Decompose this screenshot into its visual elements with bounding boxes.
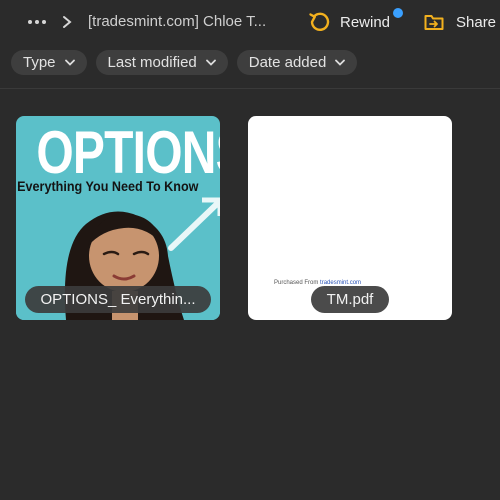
- share-folder-icon: [424, 15, 444, 30]
- filter-label: Type: [23, 54, 56, 71]
- cover-subtitle: Everything You Need To Know: [17, 178, 199, 194]
- chevron-down-icon: [205, 59, 216, 66]
- chevron-right-icon: [63, 16, 72, 28]
- toolbar-divider: [0, 88, 500, 89]
- chevron-down-icon: [64, 59, 75, 66]
- pdf-preview-text: Purchased From: [274, 280, 321, 286]
- filter-label: Last modified: [107, 54, 197, 71]
- filter-date-added[interactable]: Date added: [236, 50, 358, 75]
- filter-last-modified[interactable]: Last modified: [95, 50, 228, 75]
- share-label: Share f: [456, 13, 500, 31]
- filter-type[interactable]: Type: [11, 50, 87, 75]
- rewind-button[interactable]: Rewind: [308, 11, 390, 33]
- cover-title: OPTIONS: [36, 119, 220, 186]
- top-toolbar: [tradesmint.com] Chloe T... Rewind Share…: [0, 0, 500, 44]
- file-name-label[interactable]: TM.pdf: [311, 286, 389, 313]
- file-name-label[interactable]: OPTIONS_ Everythin...: [25, 286, 211, 313]
- filter-label: Date added: [248, 54, 327, 71]
- filter-bar: Type Last modified Date added: [11, 50, 358, 75]
- more-dots-icon[interactable]: [26, 12, 48, 32]
- notification-badge: [393, 8, 403, 18]
- rewind-icon: [309, 12, 330, 31]
- rewind-label: Rewind: [340, 13, 391, 31]
- chevron-down-icon: [335, 59, 346, 66]
- share-folder-button[interactable]: Share f: [424, 11, 500, 33]
- breadcrumb[interactable]: [tradesmint.com] Chloe T...: [88, 13, 266, 30]
